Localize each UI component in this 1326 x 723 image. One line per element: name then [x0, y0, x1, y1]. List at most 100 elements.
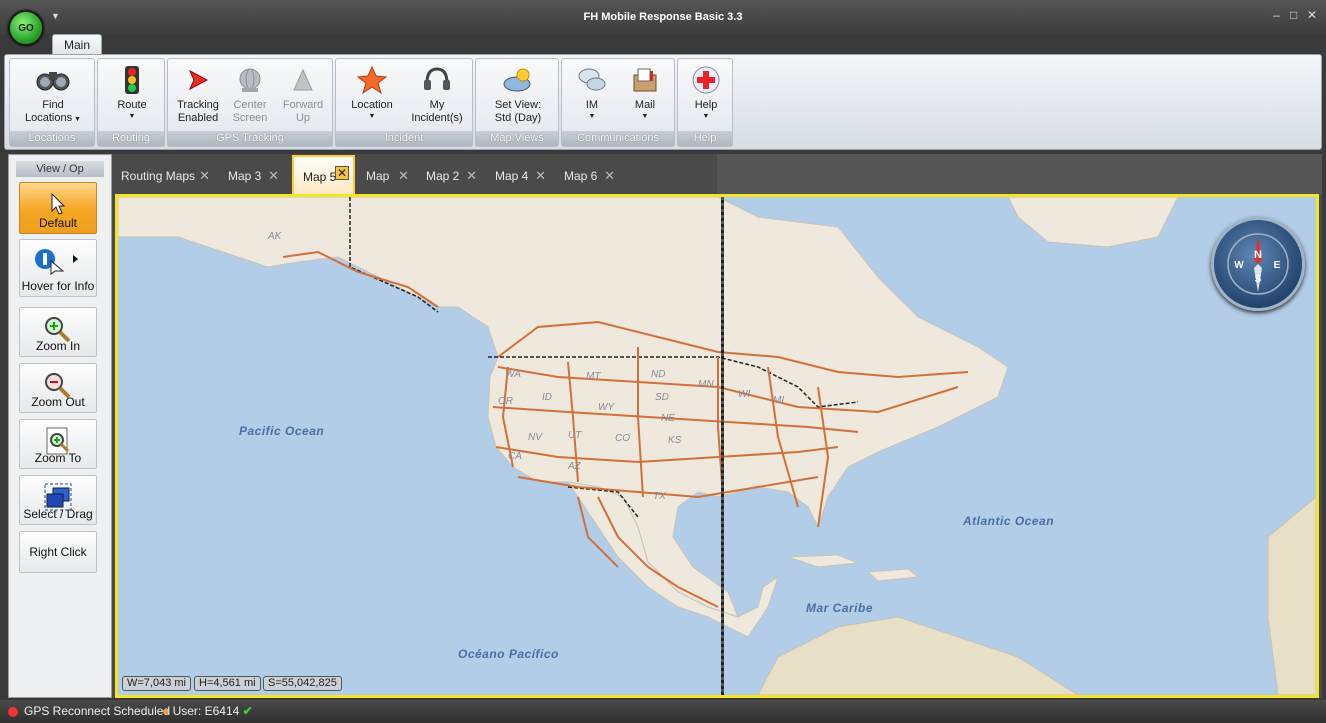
center-screen-button[interactable]: Center Screen	[224, 61, 276, 131]
find-locations-button[interactable]: Find Locations ▼	[10, 61, 96, 131]
group-map-views: Set View: Std (Day) Map Views	[475, 58, 559, 147]
close-tab-icon[interactable]: ✕	[466, 164, 477, 188]
close-tab-icon[interactable]: ✕	[604, 164, 615, 188]
dropdown-caret-icon: ▼	[368, 113, 376, 120]
mailbox-icon	[633, 68, 657, 92]
dropdown-caret-icon: ▼	[641, 113, 649, 120]
map-scale-readout: S=55,042,825	[263, 676, 342, 691]
gps-status-text: GPS Reconnect Scheduled	[24, 704, 171, 718]
user-icon: ●	[162, 704, 170, 718]
zoom-in-button[interactable]: Zoom In	[19, 307, 97, 357]
map-tab-map[interactable]: Map ✕	[357, 164, 413, 188]
maximize-icon[interactable]: □	[1290, 8, 1297, 22]
dropdown-caret-icon: ▼	[72, 116, 81, 123]
help-cross-icon	[692, 66, 720, 94]
map-tab-label: Map 5	[303, 170, 337, 184]
gps-status: GPS Reconnect Scheduled	[8, 700, 170, 723]
dropdown-caret-icon: ▼	[128, 113, 136, 120]
cone-icon	[293, 68, 313, 91]
route-button[interactable]: Route ▼	[98, 61, 166, 131]
select-drag-button[interactable]: Select / Drag	[19, 475, 97, 525]
arrow-icon	[188, 69, 209, 91]
app-window: GO ▼ FH Mobile Response Basic 3.3 – □ ✕ …	[0, 0, 1326, 723]
screen-label: Screen	[232, 112, 268, 124]
minimize-icon[interactable]: –	[1273, 8, 1280, 22]
zoom-to-button[interactable]: Zoom To	[19, 419, 97, 469]
map-split-divider[interactable]	[721, 197, 724, 695]
default-label: Default	[38, 216, 78, 230]
tracking-enabled-button[interactable]: Tracking Enabled	[172, 61, 224, 131]
state-label-id: ID	[542, 392, 552, 403]
state-label-ak: AK	[267, 231, 283, 242]
dropdown-caret-icon: ▼	[588, 113, 596, 120]
right-click-label: Right Click	[29, 545, 87, 559]
zoom-out-label: Zoom Out	[31, 395, 85, 409]
forward-label: Forward	[282, 99, 324, 111]
group-label-gps-tracking: GPS Tracking	[168, 131, 332, 146]
default-tool-button[interactable]: Default	[19, 182, 97, 234]
map-height-readout: H=4,561 mi	[194, 676, 261, 691]
map-tab-map-3[interactable]: Map 3 ✕	[219, 164, 283, 188]
compass-icon: N S E W	[1227, 233, 1289, 295]
close-tab-icon[interactable]: ✕	[268, 164, 279, 188]
set-view-label: Set View:	[494, 99, 542, 111]
go-button[interactable]: GO	[8, 10, 44, 46]
std-day-label: Std (Day)	[494, 112, 542, 124]
center-label: Center	[233, 99, 267, 111]
state-label-mn: MN	[698, 379, 714, 390]
cursor-arrow-icon	[51, 193, 66, 215]
globe-icon	[239, 68, 261, 92]
state-label-ca: CA	[508, 451, 522, 462]
map-tab-map-4[interactable]: Map 4 ✕	[486, 164, 550, 188]
state-label-or: OR	[498, 396, 513, 407]
group-communications: IM ▼ Mail ▼ Communications	[561, 58, 675, 147]
greenland-land	[1007, 197, 1179, 248]
set-view-button[interactable]: Set View: Std (Day)	[476, 61, 560, 131]
map-tab-map-5[interactable]: Map 5 ✕	[292, 155, 355, 194]
state-label-wa: WA	[505, 369, 521, 380]
map-tab-routing-maps[interactable]: Routing Maps ✕	[112, 164, 214, 188]
map-canvas[interactable]: AK WA OR ID MT ND MN SD WY NE NV UT CO K…	[115, 194, 1319, 698]
map-tab-label: Map 4	[495, 169, 529, 183]
ocean-label-oceano-pacifico: Océano Pacífico	[458, 647, 559, 661]
user-status-text: User: E6414	[172, 704, 240, 718]
state-label-nv: NV	[528, 432, 543, 443]
chat-icon	[578, 68, 606, 91]
close-tab-icon[interactable]: ✕	[535, 164, 546, 188]
right-click-button[interactable]: Right Click	[19, 531, 97, 573]
group-label-incident: Incident	[336, 131, 472, 146]
title-bar: GO ▼ FH Mobile Response Basic 3.3 – □ ✕	[0, 0, 1326, 46]
close-tab-icon[interactable]: ✕	[199, 164, 210, 188]
cuba-land	[787, 554, 859, 568]
compass-s: S	[1255, 274, 1262, 285]
forward-up-button[interactable]: Forward Up	[276, 61, 330, 131]
compass-widget[interactable]: N S E W	[1211, 217, 1305, 311]
compass-w: W	[1234, 260, 1244, 271]
map-tab-label: Map 6	[564, 169, 598, 183]
mail-button[interactable]: Mail ▼	[618, 61, 672, 131]
zoom-out-button[interactable]: Zoom Out	[19, 363, 97, 413]
binoculars-icon	[36, 72, 70, 91]
group-label-communications: Communications	[562, 131, 674, 146]
up-label: Up	[295, 112, 311, 124]
map-tabstrip: Routing Maps ✕ Map 3 ✕ Map 5 ✕ Map ✕ Map 2 ✕ …	[112, 154, 1322, 194]
map-tab-map-2[interactable]: Map 2 ✕	[417, 164, 481, 188]
help-button[interactable]: Help ▼	[678, 61, 734, 131]
state-label-ne: NE	[661, 413, 675, 424]
close-tab-icon[interactable]: ✕	[398, 164, 409, 188]
map-tab-map-6[interactable]: Map 6 ✕	[555, 164, 619, 188]
check-icon: ✔	[242, 704, 253, 718]
ocean-label-atlantic: Atlantic Ocean	[963, 514, 1055, 528]
my-incidents-button[interactable]: My Incident(s)	[404, 61, 470, 131]
group-label-locations: Locations	[10, 131, 94, 146]
im-button[interactable]: IM ▼	[566, 61, 618, 131]
close-tab-icon[interactable]: ✕	[335, 166, 349, 180]
ribbon-tab-main[interactable]: Main	[52, 34, 102, 56]
close-icon[interactable]: ✕	[1307, 8, 1317, 22]
hover-for-info-button[interactable]: Hover for Info	[19, 239, 97, 297]
map-tab-label: Routing Maps	[121, 169, 196, 183]
location-button[interactable]: Location ▼	[340, 61, 404, 131]
tabstrip-right-pane	[717, 154, 1322, 194]
state-label-ks: KS	[668, 435, 682, 446]
state-label-co: CO	[615, 433, 630, 444]
